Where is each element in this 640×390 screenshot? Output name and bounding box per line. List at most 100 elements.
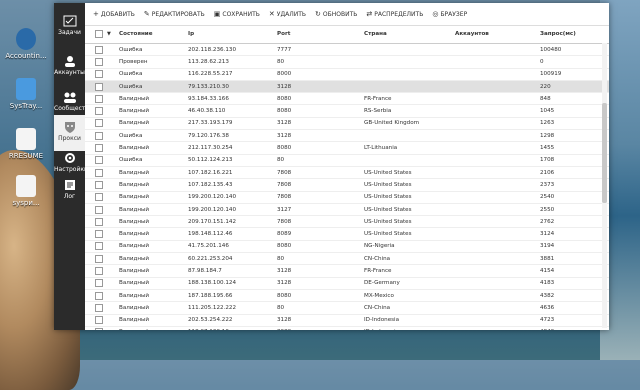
- table-row[interactable]: Валидный 93.184.33.166 8080 FR-France 848: [85, 93, 609, 106]
- cell-request-ms: 2373: [540, 181, 555, 188]
- refresh-label: ОБНОВИТЬ: [322, 10, 358, 18]
- cell-port: 7808: [277, 169, 292, 176]
- save-button[interactable]: ▣ СОХРАНИТЬ: [214, 10, 260, 18]
- table-row[interactable]: Проверен 113.28.62.213 80 0: [85, 56, 609, 69]
- cell-request-ms: 3881: [540, 255, 555, 262]
- row-checkbox[interactable]: [95, 179, 103, 190]
- desktop-icon-label: sysри...: [12, 199, 40, 207]
- browser-button[interactable]: ◎ БРАУЗЕР: [432, 10, 467, 18]
- column-state[interactable]: Состояние: [119, 25, 153, 43]
- row-checkbox[interactable]: [95, 81, 103, 92]
- cell-port: 8080: [277, 145, 292, 152]
- distribute-button[interactable]: ⇄ РАСПРЕДЕЛИТЬ: [366, 10, 423, 18]
- row-checkbox[interactable]: [95, 278, 103, 289]
- add-button[interactable]: + ДОБАВИТЬ: [93, 10, 135, 18]
- cell-state: Валидный: [119, 255, 150, 262]
- column-request-ms[interactable]: Запрос(мс): [540, 25, 576, 43]
- desktop-icon-systray[interactable]: SysTray...: [4, 78, 48, 110]
- nav-item-communities[interactable]: Сообщества: [54, 85, 93, 119]
- row-checkbox[interactable]: [95, 192, 103, 203]
- table-row[interactable]: Валидный 41.75.201.146 8080 NG-Nigeria 3194: [85, 241, 609, 254]
- scrollbar-thumb[interactable]: [602, 103, 607, 203]
- row-checkbox[interactable]: [95, 118, 103, 129]
- cell-request-ms: 0: [540, 58, 544, 65]
- table-row[interactable]: Валидный 111.205.122.222 80 CN-China 4636: [85, 302, 609, 315]
- table-row[interactable]: Валидный 107.182.135.43 7808 US-United Stat…: [85, 179, 609, 192]
- select-all-checkbox[interactable]: [95, 25, 103, 43]
- column-port[interactable]: Port: [277, 25, 290, 43]
- desktop-icon-resume[interactable]: RRESUME: [4, 128, 48, 160]
- nav-item-accounts[interactable]: Аккаунты: [54, 49, 85, 83]
- row-checkbox[interactable]: [95, 302, 103, 313]
- table-row[interactable]: Ошибка 116.228.55.217 8000 100919: [85, 69, 609, 81]
- refresh-button[interactable]: ↻ ОБНОВИТЬ: [315, 10, 357, 18]
- table-row[interactable]: Валидный 217.33.193.179 3128 GB-United King…: [85, 118, 609, 131]
- row-checkbox[interactable]: [95, 290, 103, 301]
- row-checkbox[interactable]: [95, 93, 103, 104]
- table-row[interactable]: Валидный 87.98.184.7 3128 FR-France 4154: [85, 265, 609, 278]
- cell-ip: 118.97.130.10: [188, 327, 229, 330]
- row-checkbox[interactable]: [95, 142, 103, 153]
- table-row[interactable]: Валидный 202.53.254.222 3128 ID-Indonesia 47…: [85, 315, 609, 327]
- table-row[interactable]: Ошибка 79.133.210.30 3128 220: [85, 80, 609, 94]
- cell-state: Валидный: [119, 327, 149, 330]
- refresh-icon: ↻: [315, 10, 321, 18]
- cell-country: US-United States: [364, 206, 412, 213]
- row-checkbox[interactable]: [95, 315, 103, 326]
- users-icon: [64, 56, 75, 67]
- table-row[interactable]: Валидный 118.97.130.10 8080 ID-Indonesia 484…: [85, 327, 609, 330]
- row-checkbox[interactable]: [95, 56, 103, 67]
- table-row[interactable]: Ошибка 50.112.124.213 80 1708: [85, 155, 609, 167]
- vertical-scrollbar[interactable]: [602, 43, 607, 328]
- table-row[interactable]: Валидный 107.182.16.221 7808 US-United Stat…: [85, 167, 609, 180]
- row-checkbox[interactable]: [95, 130, 103, 141]
- cell-port: 3128: [277, 280, 292, 287]
- table-row[interactable]: Ошибка 79.120.176.38 3128 1298: [85, 130, 609, 143]
- row-checkbox[interactable]: [95, 327, 103, 330]
- row-checkbox[interactable]: [95, 44, 103, 55]
- column-accounts[interactable]: Аккаунтов: [455, 25, 489, 43]
- table-row[interactable]: Валидный 209.170.151.142 7808 US-United Sta…: [85, 216, 609, 229]
- cell-ip: 209.170.151.142: [188, 218, 237, 225]
- table-row[interactable]: Валидный 60.221.253.204 80 CN-China 3881: [85, 253, 609, 266]
- desktop-icon-sys[interactable]: sysри...: [4, 175, 48, 207]
- row-checkbox[interactable]: [95, 241, 103, 252]
- table-row[interactable]: Ошибка 202.118.236.130 7777 100480: [85, 44, 609, 57]
- expand-arrow-icon[interactable]: ▼: [107, 25, 111, 43]
- nav-item-tasks[interactable]: Задачи: [54, 9, 85, 43]
- table-row[interactable]: Валидный 199.200.120.140 7808 US-United Sta…: [85, 192, 609, 204]
- desktop-icon-accounting[interactable]: Accountin...: [4, 28, 48, 60]
- edit-button[interactable]: ✎ РЕДАКТИРОВАТЬ: [144, 10, 205, 18]
- cell-request-ms: 4183: [540, 280, 555, 287]
- row-checkbox[interactable]: [95, 167, 103, 178]
- cell-port: 8000: [277, 71, 292, 78]
- cell-country: US-United States: [364, 231, 412, 238]
- table-row[interactable]: Валидный 199.200.120.140 3127 US-United Sta…: [85, 204, 609, 217]
- nav-item-log[interactable]: Лог: [54, 173, 85, 207]
- row-checkbox[interactable]: [95, 216, 103, 227]
- table-row[interactable]: Валидный 198.148.112.46 8089 US-United Stat…: [85, 228, 609, 241]
- table-row[interactable]: Валидный 46.40.38.110 8080 RS-Serbia 1045: [85, 105, 609, 118]
- delete-button[interactable]: ✕ УДАЛИТЬ: [269, 10, 306, 18]
- row-checkbox[interactable]: [95, 105, 103, 116]
- table-row[interactable]: Валидный 187.188.195.66 8080 MX-Mexico 4382: [85, 290, 609, 303]
- cell-port: 80: [277, 58, 285, 65]
- column-ip[interactable]: Ip: [188, 25, 194, 43]
- row-checkbox[interactable]: [95, 265, 103, 276]
- cell-state: Валидный: [119, 120, 150, 127]
- column-country[interactable]: Страна: [364, 25, 387, 43]
- cell-ip: 113.28.62.213: [188, 58, 229, 65]
- row-checkbox[interactable]: [95, 253, 103, 264]
- cell-port: 7808: [277, 218, 292, 225]
- row-checkbox[interactable]: [95, 204, 103, 215]
- row-checkbox[interactable]: [95, 155, 103, 166]
- row-checkbox[interactable]: [95, 228, 103, 239]
- table-row[interactable]: Валидный 188.138.100.124 3128 DE-Germany 418…: [85, 278, 609, 290]
- cell-state: Валидный: [119, 206, 150, 213]
- cell-state: Валидный: [119, 218, 150, 225]
- row-checkbox[interactable]: [95, 69, 103, 80]
- table-row[interactable]: Валидный 212.117.30.254 8080 LT-Lithuania 14…: [85, 142, 609, 155]
- cell-state: Валидный: [119, 231, 150, 238]
- cell-ip: 187.188.195.66: [188, 292, 233, 299]
- gear-icon: [64, 153, 75, 163]
